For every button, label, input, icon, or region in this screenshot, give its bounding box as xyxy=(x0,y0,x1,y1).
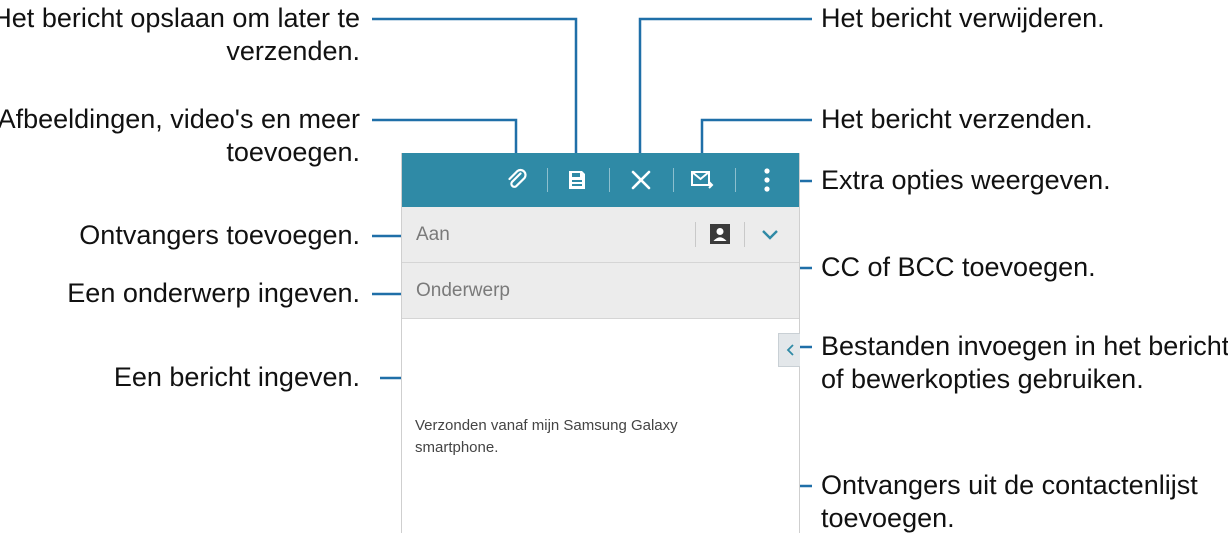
callout-enter-message: Een bericht ingeven. xyxy=(113,362,360,392)
chevron-down-icon xyxy=(762,230,778,240)
field-separator xyxy=(744,222,745,247)
callout-save-line1: Het bericht opslaan om later te xyxy=(0,3,360,33)
cc-bcc-button[interactable] xyxy=(757,223,783,247)
save-icon xyxy=(569,171,585,189)
contact-icon xyxy=(709,223,730,244)
attach-button[interactable] xyxy=(495,153,539,207)
subject-input[interactable] xyxy=(414,279,678,303)
action-bar xyxy=(402,153,799,207)
callout-attach-line1: Afbeeldingen, video's en meer xyxy=(0,104,360,134)
callout-save-line2: verzenden. xyxy=(226,36,360,66)
more-vert-icon xyxy=(764,168,770,192)
callout-insert-files-line2: of bewerkopties gebruiken. xyxy=(821,364,1144,394)
callout-enter-subject: Een onderwerp ingeven. xyxy=(67,278,360,308)
action-separator xyxy=(735,168,736,192)
paperclip-icon xyxy=(508,168,527,188)
email-compose-screen: Verzonden vanaf mijn Samsung Galaxy smar… xyxy=(401,153,800,533)
to-field-row xyxy=(402,207,799,263)
insert-options-tab[interactable] xyxy=(778,333,800,367)
more-options-button[interactable] xyxy=(745,153,789,207)
to-input[interactable] xyxy=(414,223,678,247)
callout-attach-line2: toevoegen. xyxy=(226,137,360,167)
message-body[interactable]: Verzonden vanaf mijn Samsung Galaxy smar… xyxy=(415,415,735,459)
callout-delete: Het bericht verwijderen. xyxy=(821,3,1105,33)
subject-field-row xyxy=(402,263,799,319)
callout-attach: Afbeeldingen, video's en meer toevoegen. xyxy=(0,103,360,169)
callout-contacts-line1: Ontvangers uit de contactenlijst xyxy=(821,470,1198,500)
action-separator xyxy=(609,168,610,192)
callout-insert-files: Bestanden invoegen in het bericht, of be… xyxy=(821,330,1228,396)
action-separator xyxy=(673,168,674,192)
callout-add-recipients: Ontvangers toevoegen. xyxy=(79,220,360,250)
callout-contacts-line2: toevoegen. xyxy=(821,503,955,533)
callout-save: Het bericht opslaan om later te verzende… xyxy=(0,2,360,68)
callout-insert-files-line1: Bestanden invoegen in het bericht, xyxy=(821,331,1228,361)
callout-send: Het bericht verzenden. xyxy=(821,104,1093,134)
field-separator xyxy=(695,222,696,247)
send-button[interactable] xyxy=(681,153,725,207)
callout-more-options: Extra opties weergeven. xyxy=(821,165,1111,195)
close-icon xyxy=(631,170,651,190)
callout-cc-bcc: CC of BCC toevoegen. xyxy=(821,252,1096,282)
save-button[interactable] xyxy=(555,153,599,207)
callout-contacts: Ontvangers uit de contactenlijst toevoeg… xyxy=(821,469,1198,535)
delete-button[interactable] xyxy=(619,153,663,207)
contacts-button[interactable] xyxy=(707,221,732,246)
message-body-line2: smartphone. xyxy=(415,439,499,456)
message-body-line1: Verzonden vanaf mijn Samsung Galaxy xyxy=(415,417,678,434)
chevron-left-icon xyxy=(786,344,794,356)
action-separator xyxy=(547,168,548,192)
send-mail-icon xyxy=(691,171,714,189)
